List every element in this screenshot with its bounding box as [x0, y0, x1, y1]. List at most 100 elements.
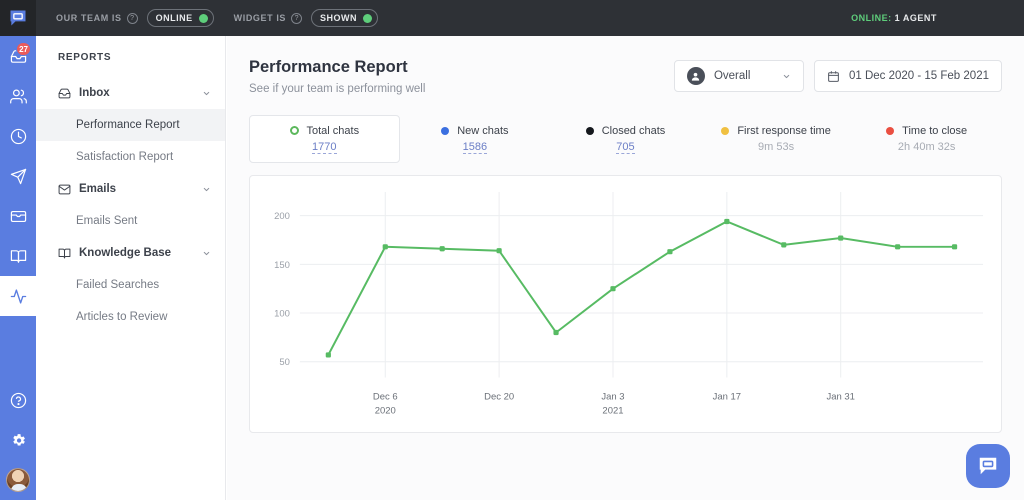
sidebar-item-label: Performance Report	[76, 119, 180, 131]
metric-value[interactable]: 705	[616, 141, 635, 154]
page-title: Performance Report	[249, 58, 408, 76]
sidebar-item-failed-searches[interactable]: Failed Searches	[36, 269, 225, 301]
chart-data-point[interactable]	[439, 246, 445, 252]
x-axis-tick-label: Jan 17	[713, 391, 741, 402]
rail-item-profile[interactable]	[0, 460, 36, 500]
metric-marker-icon	[585, 126, 594, 135]
sidebar-title: REPORTS	[58, 52, 112, 63]
rail-item-reports[interactable]	[0, 276, 36, 316]
online-label: ONLINE:	[851, 13, 892, 23]
widget-help-icon[interactable]: ?	[291, 12, 303, 24]
metric-card-total-chats[interactable]: Total chats 1770	[249, 115, 400, 163]
sidebar-group-label: Knowledge Base	[79, 247, 172, 259]
chart-data-point[interactable]	[951, 244, 958, 250]
metric-card-closed-chats[interactable]: Closed chats 705	[550, 115, 701, 163]
sidebar-group-label: Emails	[79, 183, 117, 195]
metric-label: Time to close	[902, 125, 968, 137]
chart-data-point[interactable]	[667, 249, 673, 255]
avatar	[6, 468, 30, 492]
chat-widget-button[interactable]	[966, 444, 1010, 488]
archive-icon	[10, 210, 26, 222]
metric-value: 9m 53s	[758, 141, 795, 153]
widget-status-label: WIDGET IS	[233, 13, 287, 23]
metric-card-head: Total chats	[289, 124, 360, 137]
chart-data-point[interactable]	[610, 286, 616, 292]
chevron-down-icon[interactable]	[202, 89, 211, 98]
rail-item-knowledge-base[interactable]	[0, 236, 36, 276]
metric-value[interactable]: 1770	[312, 141, 337, 154]
app-root: OUR TEAM IS ? ONLINE WIDGET IS ? SHOWN O…	[0, 0, 1024, 500]
reports-sidebar: REPORTS Inbox Performance Report Satisfa…	[36, 36, 226, 500]
metric-marker-icon	[289, 126, 299, 135]
chart-data-point[interactable]	[553, 329, 559, 336]
sidebar-group-inbox[interactable]: Inbox	[36, 77, 225, 109]
page-header-text: Performance Report See if your team is p…	[249, 58, 425, 95]
sidebar-group-emails[interactable]: Emails	[36, 173, 225, 205]
sidebar-item-satisfaction-report[interactable]: Satisfaction Report	[36, 141, 225, 173]
metric-label: First response time	[737, 125, 831, 137]
top-bar: OUR TEAM IS ? ONLINE WIDGET IS ? SHOWN O…	[0, 0, 1024, 36]
rail-item-settings[interactable]	[0, 420, 36, 460]
person-glyph-icon	[692, 72, 700, 81]
x-axis-tick-label: Dec 20	[484, 391, 514, 402]
chat-bubble-logo-icon	[10, 10, 26, 26]
chart-data-point[interactable]	[724, 218, 730, 225]
sidebar-item-articles-to-review[interactable]: Articles to Review	[36, 301, 225, 333]
sidebar-group-label: Inbox	[79, 87, 110, 99]
rail-item-send[interactable]	[0, 156, 36, 196]
team-status-toggle[interactable]: ONLINE	[146, 9, 214, 27]
chart-data-point[interactable]	[496, 248, 502, 254]
rail-item-archive[interactable]	[0, 196, 36, 236]
team-status-value: ONLINE	[155, 13, 193, 23]
scope-value: Overall	[713, 70, 751, 82]
chart-data-point[interactable]	[895, 244, 901, 250]
chart-data-point[interactable]	[325, 352, 331, 358]
chart-series-line	[327, 220, 955, 356]
rail-item-history[interactable]	[0, 116, 36, 156]
date-range-picker[interactable]: 01 Dec 2020 - 15 Feb 2021	[813, 60, 1002, 92]
rail-item-users[interactable]	[0, 76, 36, 116]
brand-logo[interactable]	[0, 0, 36, 36]
x-axis-tick-sublabel: 2021	[602, 405, 623, 416]
metric-value: 2h 40m 32s	[897, 141, 956, 153]
chevron-down-icon[interactable]	[202, 249, 211, 258]
sidebar-item-label: Emails Sent	[76, 215, 138, 227]
sidebar-item-label: Satisfaction Report	[76, 151, 174, 163]
metric-card-new-chats[interactable]: New chats 1586	[400, 115, 551, 163]
team-status-label: OUR TEAM IS	[56, 13, 122, 23]
y-axis-tick-label: 100	[274, 309, 290, 320]
chart-data-point[interactable]	[382, 244, 388, 250]
metric-value[interactable]: 1586	[462, 141, 488, 154]
inbox-icon	[58, 88, 71, 98]
chevron-down-icon[interactable]	[782, 72, 791, 81]
y-axis-tick-label: 50	[279, 357, 290, 368]
x-axis-tick-sublabel: 2020	[375, 405, 396, 416]
widget-status-value: SHOWN	[320, 13, 358, 23]
help-circle-icon	[10, 392, 26, 408]
sidebar-item-emails-sent[interactable]: Emails Sent	[36, 205, 225, 237]
metric-card-time-to-close[interactable]: Time to close 2h 40m 32s	[851, 115, 1002, 163]
rail-item-inbox[interactable]: 27	[0, 36, 36, 76]
chat-bubble-icon	[979, 457, 997, 475]
person-icon	[686, 67, 705, 85]
metric-card-first-response-time[interactable]: First response time 9m 53s	[701, 115, 852, 163]
scope-dropdown[interactable]: Overall	[673, 60, 804, 92]
activity-icon	[10, 288, 26, 304]
team-help-icon[interactable]: ?	[126, 12, 138, 24]
sidebar-group-knowledge-base[interactable]: Knowledge Base	[36, 237, 225, 269]
sidebar-item-label: Articles to Review	[76, 311, 168, 323]
performance-line-chart[interactable]: 50 100 150 200 Dec 6 2020 Dec 20 Jan 3 2021 Jan 1…	[250, 176, 1001, 433]
sidebar-item-performance-report[interactable]: Performance Report	[36, 109, 225, 141]
x-axis-tick-label: Dec 6	[373, 391, 398, 402]
metric-card-head: Time to close	[886, 125, 967, 137]
chevron-down-icon[interactable]	[202, 185, 211, 194]
icon-rail: 27	[0, 36, 36, 500]
metric-label: Total chats	[306, 124, 360, 137]
rail-item-help[interactable]	[0, 380, 36, 420]
envelope-icon	[58, 184, 71, 194]
status-dot-icon	[363, 13, 373, 23]
chart-data-point[interactable]	[838, 235, 844, 241]
widget-status-toggle[interactable]: SHOWN	[311, 9, 379, 27]
agent-count: 1 AGENT	[894, 13, 937, 23]
chart-data-point[interactable]	[781, 242, 787, 248]
